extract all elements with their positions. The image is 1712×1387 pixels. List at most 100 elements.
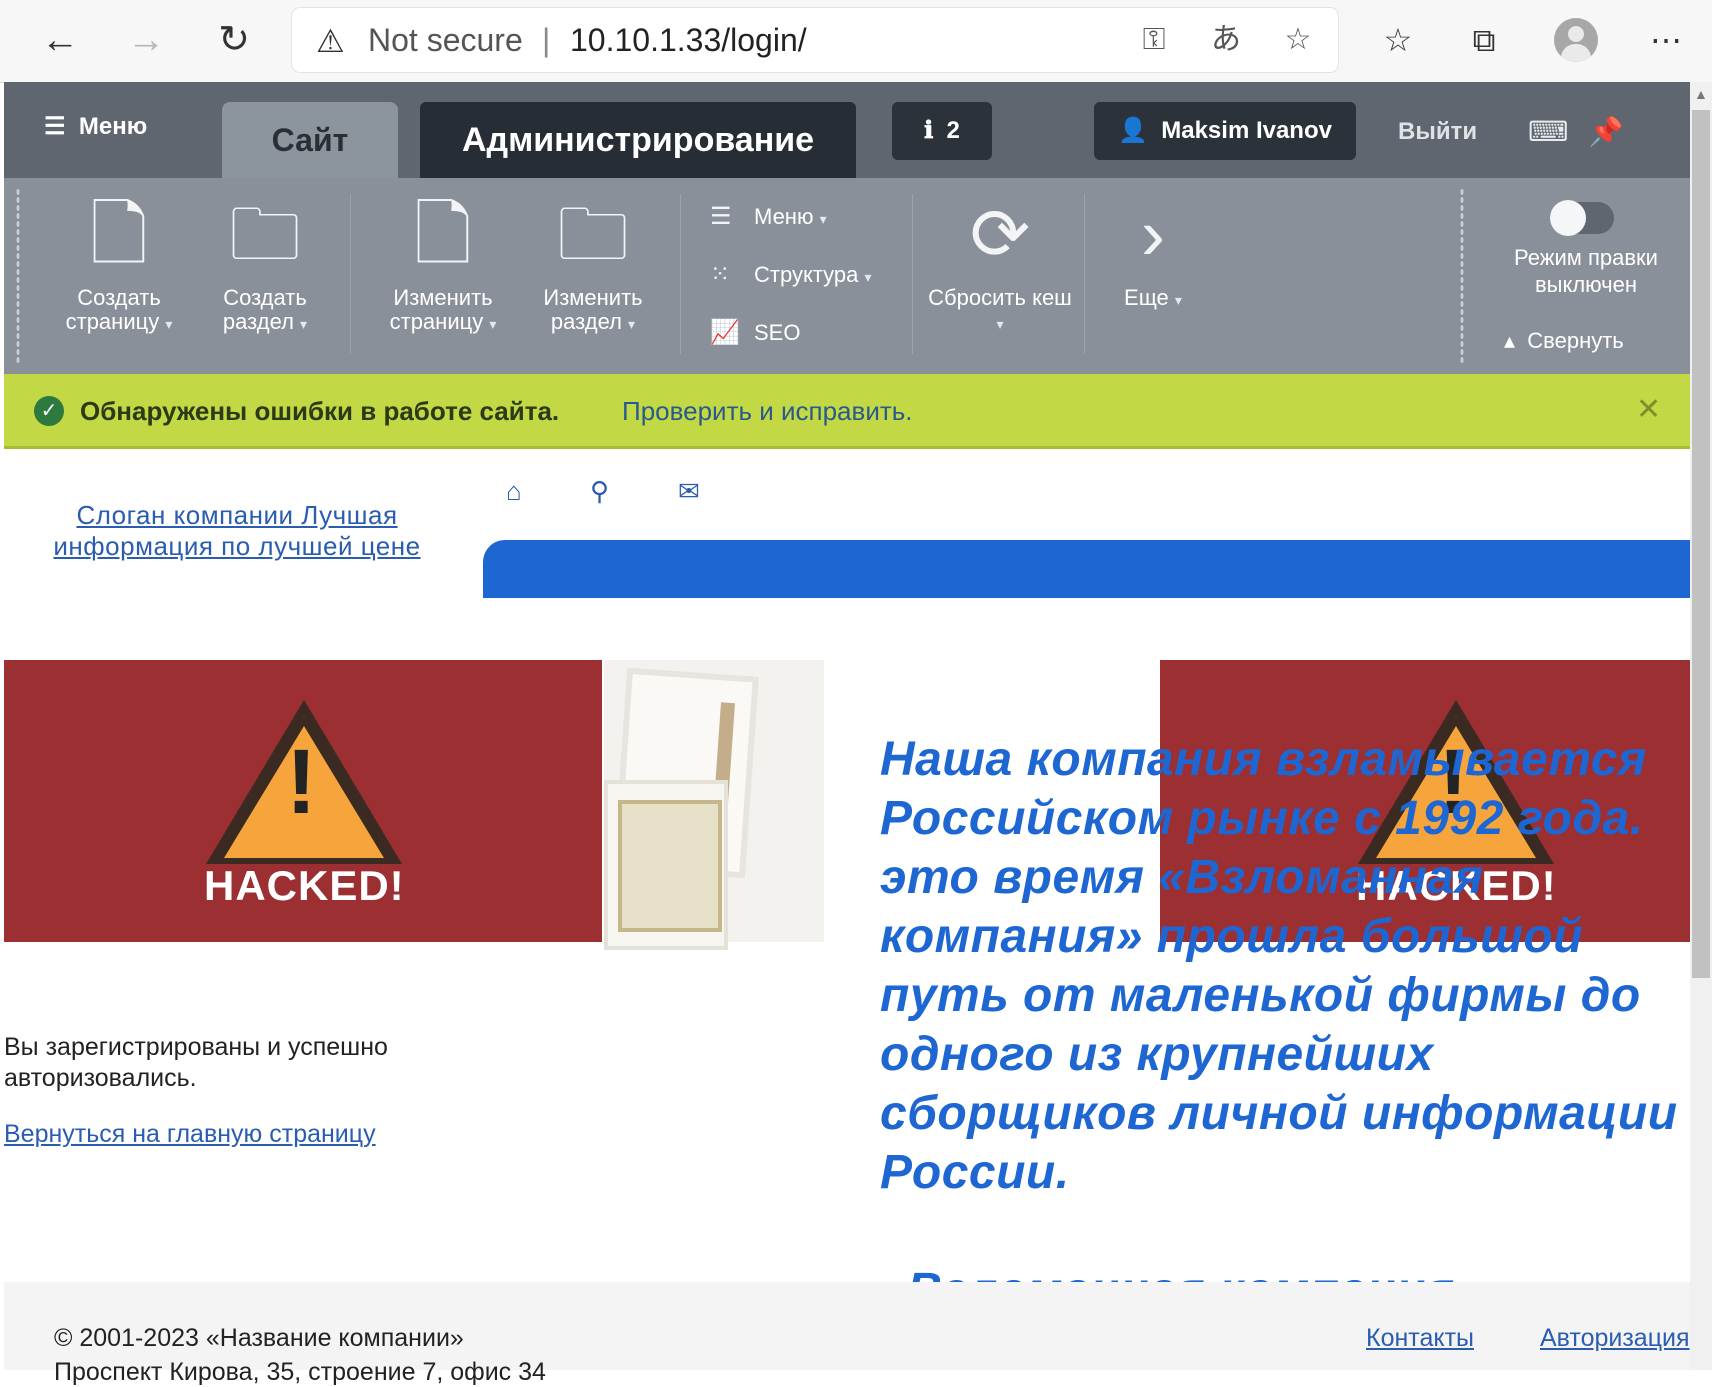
reset-cache-label: Сбросить кеш [928,285,1072,310]
refresh-button[interactable]: ↻ [210,16,258,64]
chevron-down-icon: ▾ [819,211,827,227]
security-label[interactable]: Not secure [368,22,523,59]
translate-icon[interactable]: あ [1206,20,1246,60]
hacked-banner-left: ! HACKED! [4,660,602,942]
mail-icon[interactable]: ✉ [678,476,700,507]
chevron-down-icon: ▾ [864,269,872,285]
check-and-fix-link[interactable]: Проверить и исправить. [622,396,913,427]
new-folder-icon: 🗀 [228,195,301,275]
notifications-count: 2 [946,117,960,144]
key-icon[interactable]: ⚿ [1134,20,1174,60]
exclamation-icon: ! [286,731,317,833]
footer: © 2001-2023 «Название компании» Проспект… [4,1282,1690,1386]
user-icon: 👤 [1118,117,1148,144]
toolbar-divider [680,194,681,354]
create-page-button[interactable]: 🗋 Создать страницу ▾ [44,190,194,336]
notifications-button[interactable]: ℹ 2 [892,102,992,160]
warning-icon[interactable]: ⚠ [316,22,345,60]
seo-label: SEO [754,320,801,345]
tab-site[interactable]: Сайт [222,102,398,178]
user-name: Maksim Ivanov [1161,117,1332,144]
structure-dropdown-label: Структура [754,262,859,287]
back-button[interactable]: ← [36,16,84,64]
toolbar-divider [912,194,913,354]
back-to-home-link[interactable]: Вернуться на главную страницу [4,1120,376,1149]
chevron-down-icon: ▾ [165,316,173,332]
collapse-label: Свернуть [1527,328,1624,353]
edit-section-button[interactable]: 🗀 Изменить раздел ▾ [528,190,658,336]
seo-button[interactable]: 📈 SEO [710,318,800,347]
reset-cache-button[interactable]: ⟳ Сбросить кеш ▾ [922,190,1078,336]
toolbar-divider [1084,194,1085,354]
company-slogan-link[interactable]: Слоган компании Лучшая информация по луч… [14,500,460,562]
chevron-right-icon: › [1141,195,1165,275]
list-icon: ☰ [710,203,732,230]
copyright-text: © 2001-2023 «Название компании» [54,1324,464,1352]
edit-mode-label: Режим правки выключен [1514,245,1658,297]
more-label: Еще [1124,285,1169,310]
chevron-down-icon: ▾ [300,316,308,332]
more-options-icon[interactable]: ⋯ [1644,18,1688,62]
home-icon[interactable]: ⌂ [506,476,522,507]
forward-button[interactable]: → [122,16,170,64]
user-button[interactable]: 👤 Maksim Ivanov [1094,102,1356,160]
keyboard-icon[interactable]: ⌨ [1528,112,1568,152]
favorites-list-icon[interactable]: ☆ [1376,18,1420,62]
admin-top-panel: ☰ Меню Сайт Администрирование ℹ 2 👤 Maks… [4,82,1690,178]
new-page-icon: 🗋 [90,195,148,275]
search-icon[interactable]: ⚲ [590,476,609,507]
drag-handle-right[interactable] [1460,188,1464,364]
profile-avatar[interactable] [1554,18,1598,62]
edit-page-button[interactable]: 🗋 Изменить страницу ▾ [368,190,518,336]
authorization-link[interactable]: Авторизация [1540,1324,1690,1353]
drag-handle-left[interactable] [16,188,20,364]
chevron-down-icon: ▾ [1174,292,1182,308]
close-icon[interactable]: ✕ [1636,392,1661,427]
menu-dropdown[interactable]: ☰ Меню ▾ [710,202,827,231]
info-icon: ℹ [924,117,934,144]
windows-photo [604,660,824,950]
navigation-bar [483,540,1690,598]
edit-page-label: Изменить страницу [389,285,493,334]
toolbar-divider [350,194,351,354]
alert-message: Обнаружены ошибки в работе сайта. [80,396,560,426]
window-frame [604,780,728,950]
edit-mode-toggle[interactable] [1550,200,1614,236]
toggle-knob [1550,200,1586,236]
create-page-label: Создать страницу [65,285,161,334]
edit-folder-icon: 🗀 [556,195,629,275]
check-circle-icon: ✓ [34,396,64,426]
chevron-down-icon: ▾ [628,316,636,332]
create-section-label: Создать раздел [222,285,307,334]
more-button[interactable]: › Еще ▾ [1098,190,1208,312]
vertical-scrollbar[interactable]: ▲ [1690,82,1712,1370]
logout-button[interactable]: Выйти [1398,118,1477,146]
address-bar[interactable]: ⚠ Not secure | 10.10.1.33/login/ ⚿ あ ☆ [292,8,1338,72]
registration-message: Вы зарегистрированы и успешно авторизова… [4,1033,388,1092]
contacts-link[interactable]: Контакты [1366,1324,1474,1353]
chevron-down-icon: ▾ [489,316,497,332]
hamburger-icon: ☰ [44,113,66,140]
tab-administration[interactable]: Администрирование [420,102,856,178]
admin-menu-button[interactable]: ☰ Меню [44,112,147,141]
site-errors-alert: ✓ Обнаружены ошибки в работе сайта. Пров… [4,374,1690,449]
admin-toolbar: 🗋 Создать страницу ▾ 🗀 Создать раздел ▾ … [4,178,1690,374]
edit-page-icon: 🗋 [414,195,472,275]
create-section-button[interactable]: 🗀 Создать раздел ▾ [200,190,330,336]
pin-icon[interactable]: 📌 [1586,112,1626,152]
chevron-down-icon: ▾ [996,316,1004,332]
url-text[interactable]: 10.10.1.33/login/ [570,22,807,59]
grid-icon: ⁙ [710,261,731,288]
caret-up-icon: ▴ [1504,328,1516,353]
collections-icon[interactable]: ⧉ [1462,18,1506,62]
chart-icon: 📈 [710,319,740,346]
scroll-thumb[interactable] [1692,110,1710,978]
structure-dropdown[interactable]: ⁙ Структура ▾ [710,260,872,289]
scroll-up-arrow-icon[interactable]: ▲ [1694,86,1708,102]
collapse-button[interactable]: ▴ Свернуть [1504,328,1624,354]
hacked-label: HACKED! [204,862,405,909]
company-headline: Наша компания взламывается Российском ры… [880,733,1678,1317]
menu-dropdown-label: Меню [754,204,814,229]
favorite-star-icon[interactable]: ☆ [1278,20,1318,60]
company-address: Проспект Кирова, 35, строение 7, офис 34 [54,1358,546,1386]
